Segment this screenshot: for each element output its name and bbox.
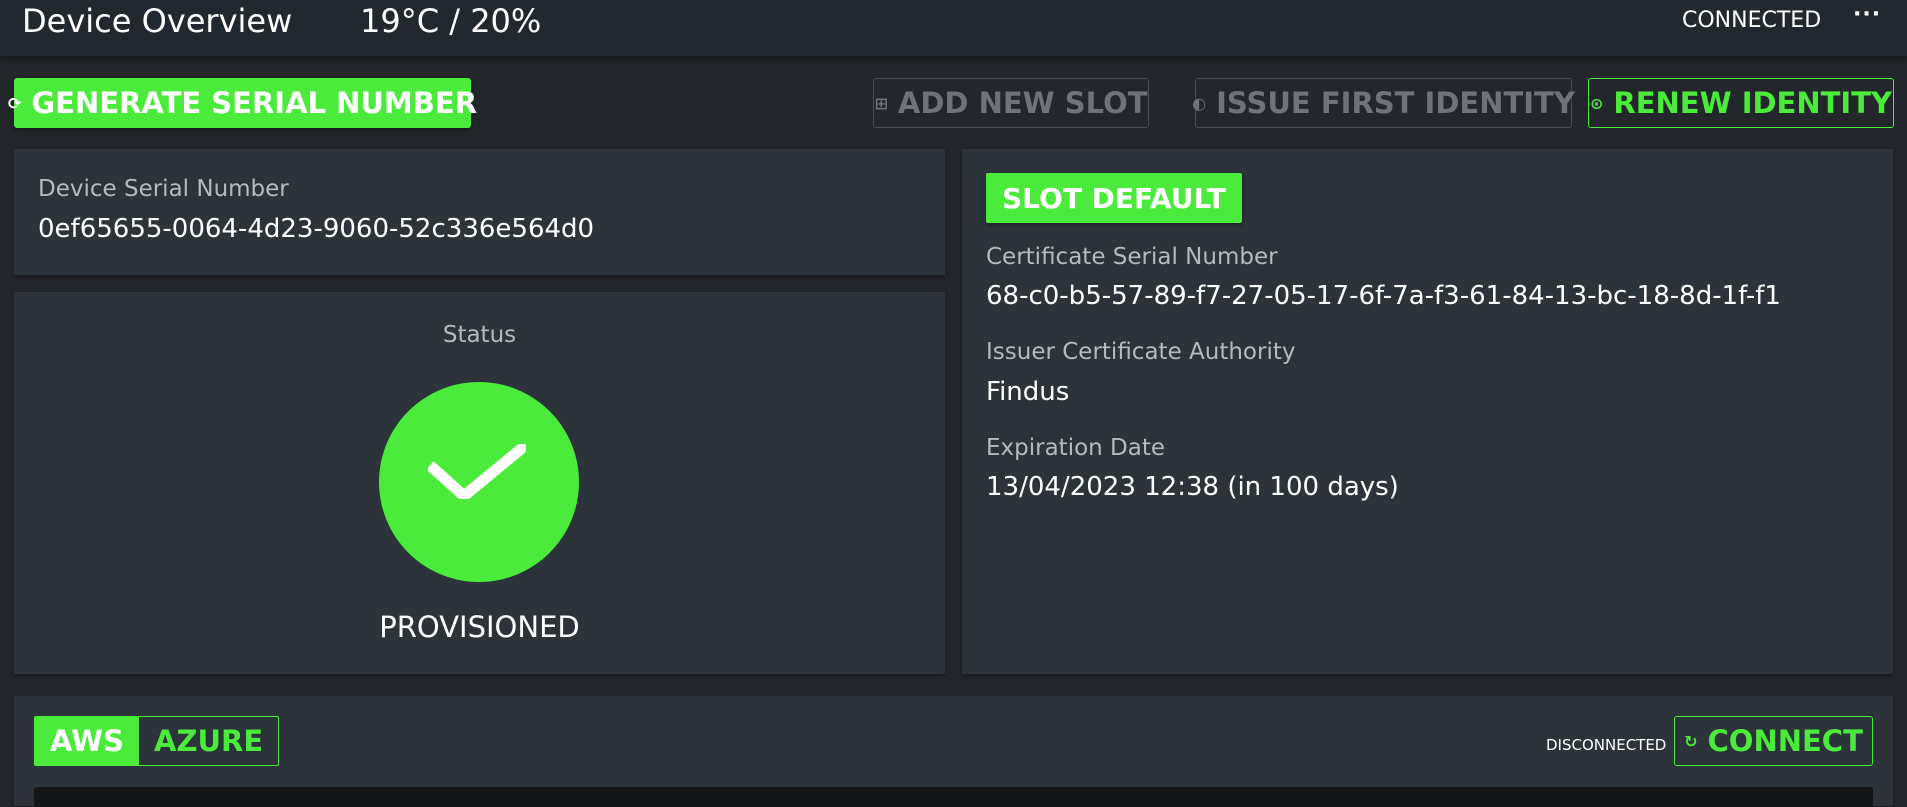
slot-badge: SLOT DEFAULT (986, 173, 1242, 223)
connect-button[interactable]: ↻ CONNECT (1674, 716, 1873, 766)
status-label: Status (442, 322, 517, 348)
cloud-provider-tabs: AWS AZURE (34, 716, 280, 766)
renew-identity-label: RENEW IDENTITY (1613, 86, 1892, 120)
temperature-humidity-readout: 19°C / 20% (360, 2, 542, 40)
generate-serial-number-button[interactable]: ⟳ GENERATE SERIAL NUMBER (8, 78, 477, 128)
device-serial-label: Device Serial Number (38, 176, 289, 202)
status-card: Status PROVISIONED (14, 292, 945, 674)
add-new-slot-label: ADD NEW SLOT (897, 86, 1148, 120)
cloud-connection-status: DISCONNECTED (1546, 736, 1667, 754)
renew-icon: ⊙ (1589, 93, 1604, 113)
identity-icon: ◐ (1192, 93, 1207, 113)
expiration-label: Expiration Date (986, 435, 1166, 461)
refresh-icon: ⟳ (7, 93, 22, 113)
status-value: PROVISIONED (379, 610, 580, 644)
check-icon (428, 444, 526, 499)
more-horizontal-icon[interactable]: ··· (1853, 2, 1881, 27)
issue-first-identity-button[interactable]: ◐ ISSUE FIRST IDENTITY (1192, 78, 1575, 128)
certificate-serial-value: 68-c0-b5-57-89-f7-27-05-17-6f-7a-f3-61-8… (986, 281, 1781, 311)
issue-first-identity-label: ISSUE FIRST IDENTITY (1216, 86, 1575, 120)
chip-icon: ⊞ (874, 93, 888, 113)
expiration-value: 13/04/2023 12:38 (in 100 days) (986, 472, 1399, 502)
certificate-serial-label: Certificate Serial Number (986, 244, 1278, 270)
generate-serial-number-label: GENERATE SERIAL NUMBER (31, 86, 478, 120)
issuer-value: Findus (986, 377, 1070, 407)
connection-status: CONNECTED (1682, 8, 1822, 33)
device-serial-value: 0ef65655-0064-4d23-9060-52c336e564d0 (38, 214, 595, 244)
status-indicator (379, 382, 579, 582)
cloud-card: AWS AZURE DISCONNECTED ↻ CONNECT (14, 696, 1893, 807)
console-panel (34, 787, 1873, 807)
device-serial-card: Device Serial Number 0ef65655-0064-4d23-… (14, 149, 945, 275)
tab-azure[interactable]: AZURE (139, 717, 278, 765)
renew-identity-button[interactable]: ⊙ RENEW IDENTITY (1588, 78, 1894, 128)
issuer-label: Issuer Certificate Authority (986, 339, 1296, 365)
refresh-icon: ↻ (1684, 731, 1698, 751)
connect-label: CONNECT (1707, 724, 1863, 758)
add-new-slot-button[interactable]: ⊞ ADD NEW SLOT (873, 78, 1149, 128)
top-bar: Device Overview 19°C / 20% CONNECTED ··· (0, 0, 1907, 57)
slot-card: SLOT DEFAULT Certificate Serial Number 6… (962, 149, 1893, 674)
page-title: Device Overview (22, 2, 293, 40)
tab-aws[interactable]: AWS (35, 717, 140, 765)
